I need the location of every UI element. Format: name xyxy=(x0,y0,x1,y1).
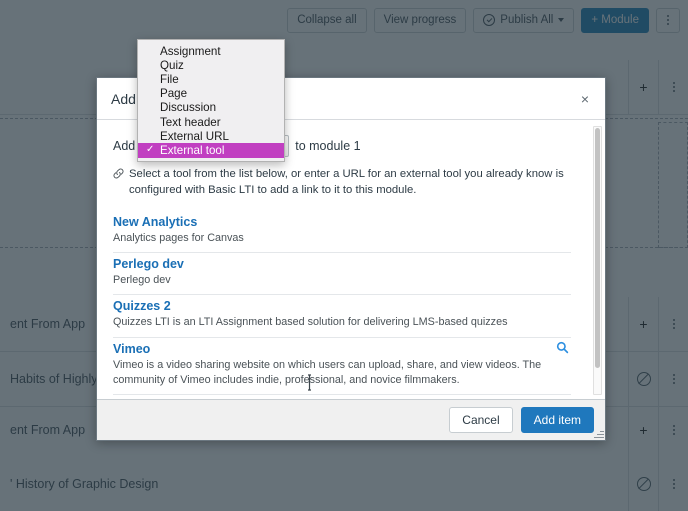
option-label: External tool xyxy=(160,143,225,157)
option-label: Discussion xyxy=(160,101,217,115)
dropdown-option-external-url[interactable]: External URL xyxy=(138,129,284,143)
dialog-footer: Cancel Add item xyxy=(97,399,605,440)
search-icon[interactable] xyxy=(556,341,569,359)
add-item-button[interactable]: Add item xyxy=(520,407,594,433)
help-text: Select a tool from the list below, or en… xyxy=(129,168,564,197)
close-icon[interactable]: × xyxy=(579,88,591,110)
cancel-button[interactable]: Cancel xyxy=(449,407,513,433)
option-label: Quiz xyxy=(160,58,184,72)
list-item[interactable]: Perlego dev Perlego dev xyxy=(113,253,571,296)
chain-link-icon xyxy=(113,168,124,184)
item-type-dropdown-menu[interactable]: Assignment Quiz File Page Discussion Tex… xyxy=(137,39,285,162)
help-text-block: Select a tool from the list below, or en… xyxy=(113,166,589,199)
resize-grip-icon[interactable] xyxy=(593,428,604,439)
dropdown-option-file[interactable]: File xyxy=(138,72,284,86)
list-item[interactable]: Quizzes 2 Quizzes LTI is an LTI Assignme… xyxy=(113,295,571,338)
option-label: Text header xyxy=(160,115,221,129)
list-item[interactable]: New Analytics Analytics pages for Canvas xyxy=(113,210,571,254)
external-tool-list: New Analytics Analytics pages for Canvas… xyxy=(113,210,589,396)
tool-description: Perlego dev xyxy=(113,274,171,287)
tool-link[interactable]: Quizzes 2 xyxy=(113,299,171,313)
dropdown-option-discussion[interactable]: Discussion xyxy=(138,101,284,115)
tool-link[interactable]: Vimeo xyxy=(113,342,150,356)
scrollbar-thumb[interactable] xyxy=(595,128,600,368)
list-item[interactable]: Vimeo Vimeo is a video sharing website o… xyxy=(113,338,571,396)
tool-description: Vimeo is a video sharing website on whic… xyxy=(113,358,542,387)
option-label: File xyxy=(160,72,179,86)
tool-link[interactable]: Perlego dev xyxy=(113,257,184,271)
tool-link[interactable]: New Analytics xyxy=(113,215,197,229)
tool-description: Quizzes LTI is an LTI Assignment based s… xyxy=(113,316,508,329)
dropdown-option-assignment[interactable]: Assignment xyxy=(138,44,284,58)
add-prefix-label: Add xyxy=(113,139,136,153)
dropdown-option-external-tool[interactable]: ✓ External tool xyxy=(138,143,284,158)
dialog-body: Add to module 1 Select a tool from the l… xyxy=(97,120,605,399)
dropdown-option-quiz[interactable]: Quiz xyxy=(138,58,284,72)
option-label: Assignment xyxy=(160,44,221,58)
add-suffix-label: to module 1 xyxy=(295,139,361,153)
dropdown-option-text-header[interactable]: Text header xyxy=(138,115,284,129)
page-title: Add xyxy=(111,90,136,107)
dialog-body-scrollbar[interactable] xyxy=(593,126,602,395)
checkmark-icon: ✓ xyxy=(146,144,155,156)
dropdown-option-page[interactable]: Page xyxy=(138,87,284,101)
option-label: Page xyxy=(160,87,188,101)
option-label: External URL xyxy=(160,129,229,143)
tool-description: Analytics pages for Canvas xyxy=(113,231,244,244)
